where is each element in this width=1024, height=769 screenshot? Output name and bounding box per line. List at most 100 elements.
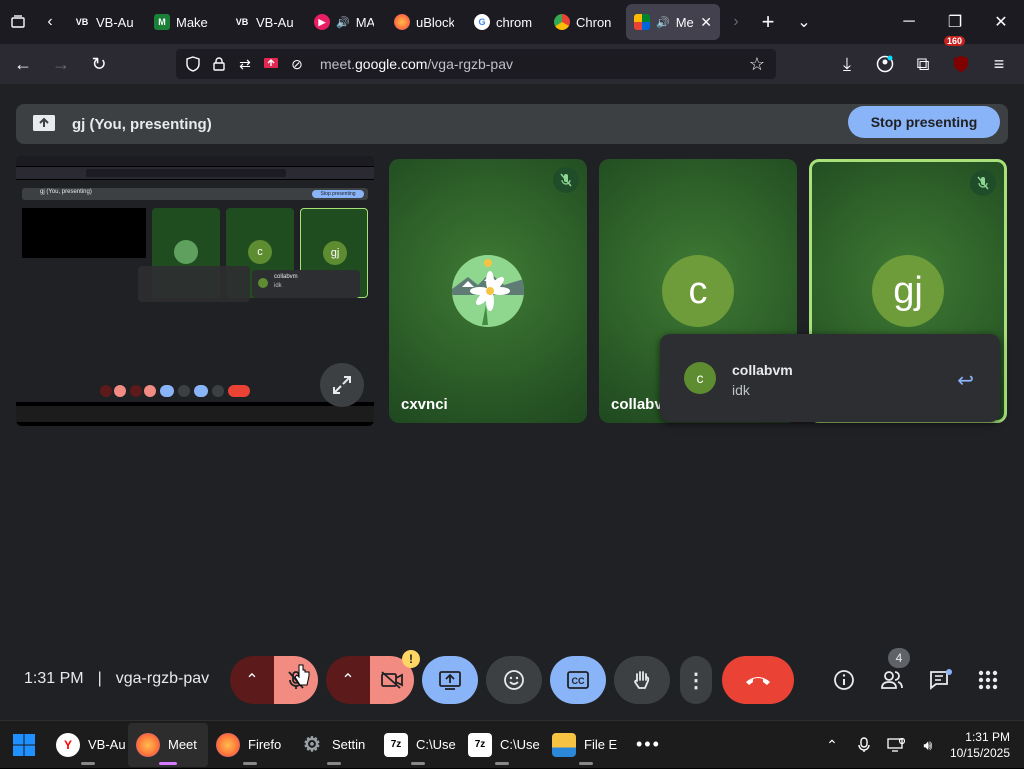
screen-share-indicator-icon[interactable] (258, 57, 284, 71)
meeting-controls-bar: 1:31 PM | vga-rgzb-pav ⌃ ⌃ ! CC ⋮ 4 (0, 640, 1024, 720)
leave-call-button[interactable] (722, 656, 794, 704)
mini-hover-controls (138, 266, 250, 302)
present-now-button[interactable] (422, 656, 478, 704)
meeting-info: 1:31 PM | vga-rgzb-pav (24, 670, 209, 688)
browser-navbar: ← → ↻ ⇄ ⊘ meet.google.com/vga-rgzb-pav ☆… (0, 36, 1024, 84)
tab-title: VB-Au (96, 14, 134, 30)
microphone-in-use-icon[interactable] (848, 737, 880, 753)
meeting-details-button[interactable] (828, 656, 860, 704)
reply-icon[interactable]: ↩ (957, 368, 974, 393)
network-icon[interactable] (880, 738, 912, 752)
reactions-button[interactable] (486, 656, 542, 704)
captions-control: CC (550, 656, 606, 704)
new-tab-icon[interactable]: + (750, 0, 786, 44)
raise-hand-button[interactable] (614, 656, 670, 704)
7zip-icon: 7z (384, 732, 408, 757)
raise-hand-control (614, 656, 670, 704)
firefox-icon (216, 732, 240, 757)
taskbar-item-7zip-2[interactable]: 7z C:\Use (460, 723, 544, 767)
presenting-label: gj (You, presenting) (72, 115, 212, 133)
tab-3[interactable]: ▶ 🔊 MATU (306, 4, 382, 40)
ublock-extension-icon[interactable]: 160 (942, 36, 980, 84)
people-icon (881, 671, 903, 689)
tab-4[interactable]: uBlock (386, 4, 462, 40)
present-now-control (422, 656, 478, 704)
reload-icon[interactable]: ↻ (80, 44, 118, 84)
tab-title: chrom (496, 14, 533, 30)
tab-1[interactable]: M Make (146, 4, 222, 40)
back-icon[interactable]: ← (4, 44, 42, 84)
activities-button[interactable] (972, 656, 1004, 704)
mini-navbar (16, 167, 374, 179)
bookmark-star-icon[interactable]: ☆ (744, 54, 770, 75)
taskbar-label: File E (584, 737, 618, 752)
volume-icon[interactable]: 🔊︎ (912, 737, 944, 754)
tab-active-meet[interactable]: 🔊 Mee ✕ (626, 4, 720, 40)
captions-button[interactable]: CC (550, 656, 606, 704)
forward-icon[interactable]: → (42, 44, 80, 84)
chat-notification-popup[interactable]: c collabvm idk ↩ (660, 334, 1000, 422)
video-options-button[interactable]: ⌃ (326, 656, 370, 704)
shield-icon[interactable] (180, 56, 206, 72)
permissions-icon[interactable]: ⇄ (232, 56, 258, 73)
expand-preview-button[interactable] (320, 363, 364, 407)
mini-presenting-label: gj (You, presenting) (40, 189, 92, 195)
screen-share-preview: gj (You, presenting) Stop presenting c g… (16, 156, 374, 426)
extensions-icon[interactable]: ⧉ (904, 44, 942, 84)
leave-call-control (722, 656, 794, 704)
downloads-icon[interactable]: ⤓ (828, 44, 866, 84)
close-window-icon[interactable]: ✕ (978, 0, 1024, 44)
more-options-button[interactable]: ⋮ (680, 656, 712, 704)
start-button[interactable] (0, 723, 48, 767)
url-bar[interactable]: ⇄ ⊘ meet.google.com/vga-rgzb-pav ☆ (176, 49, 776, 79)
taskbar-overflow-button[interactable]: ••• (628, 723, 669, 767)
taskbar-item-yandex[interactable]: Y VB-Au (48, 723, 128, 767)
stop-presenting-button[interactable]: Stop presenting (848, 106, 1000, 138)
audio-options-button[interactable]: ⌃ (230, 656, 274, 704)
tab-title: Chron (576, 14, 612, 30)
taskbar-label: C:\Use (416, 737, 456, 752)
tab-2[interactable]: VB VB-Au (226, 4, 302, 40)
mini-taskbar (16, 406, 374, 422)
tab-5[interactable]: G chrom (466, 4, 542, 40)
hand-icon (634, 671, 650, 689)
show-hidden-icons-icon[interactable]: ⌃ (816, 737, 848, 754)
chevron-up-icon: ⌃ (245, 672, 259, 689)
more-options-control: ⋮ (680, 656, 712, 704)
tab-6[interactable]: Chron (546, 4, 622, 40)
account-icon[interactable] (866, 44, 904, 84)
participant-name: cxvnci (401, 396, 448, 413)
tab-list-icon[interactable] (0, 0, 36, 44)
taskbar-item-meet[interactable]: Meet (128, 722, 208, 767)
taskbar-item-7zip-1[interactable]: 7z C:\Use (376, 723, 460, 767)
list-all-tabs-icon[interactable]: ⌄ (786, 0, 822, 44)
tab-0[interactable]: VB VB-Au (66, 4, 142, 40)
scroll-tabs-left-icon[interactable]: ‹ (36, 0, 64, 44)
scroll-tabs-right-icon[interactable]: › (722, 0, 750, 44)
expand-icon (333, 376, 351, 394)
autoplay-blocked-icon[interactable]: ⊘ (284, 56, 310, 73)
present-to-all-icon (439, 671, 461, 690)
presenting-bar: gj (You, presenting) Stop presenting (16, 104, 1008, 144)
meeting-time: 1:31 PM (24, 670, 84, 687)
taskbar-item-file-explorer[interactable]: File E (544, 723, 628, 767)
people-button[interactable]: 4 (876, 648, 910, 704)
taskbar-label: C:\Use (500, 737, 540, 752)
present-screen-icon (16, 114, 72, 134)
tab-title: Mee (675, 14, 695, 30)
participant-tile-cxvnci[interactable]: cxvnci (389, 159, 587, 423)
hangup-phone-icon (746, 677, 770, 685)
taskbar-item-firefox[interactable]: Firefo (208, 723, 292, 767)
lock-icon[interactable] (206, 57, 232, 71)
chat-button[interactable] (924, 656, 956, 704)
taskbar-clock[interactable]: 1:31 PM 10/15/2025 (944, 729, 1024, 761)
make-favicon-icon: M (154, 14, 170, 30)
menu-icon[interactable]: ≡ (980, 44, 1018, 84)
muted-mic-icon (970, 170, 996, 196)
taskbar-item-settings[interactable]: ⚙ Settin (292, 723, 376, 767)
url-text: meet.google.com/vga-rgzb-pav (320, 56, 513, 72)
camera-off-icon (381, 671, 403, 689)
chat-message: idk (732, 382, 750, 398)
close-tab-icon[interactable]: ✕ (700, 14, 712, 31)
minimize-icon[interactable]: ─ (886, 0, 932, 44)
